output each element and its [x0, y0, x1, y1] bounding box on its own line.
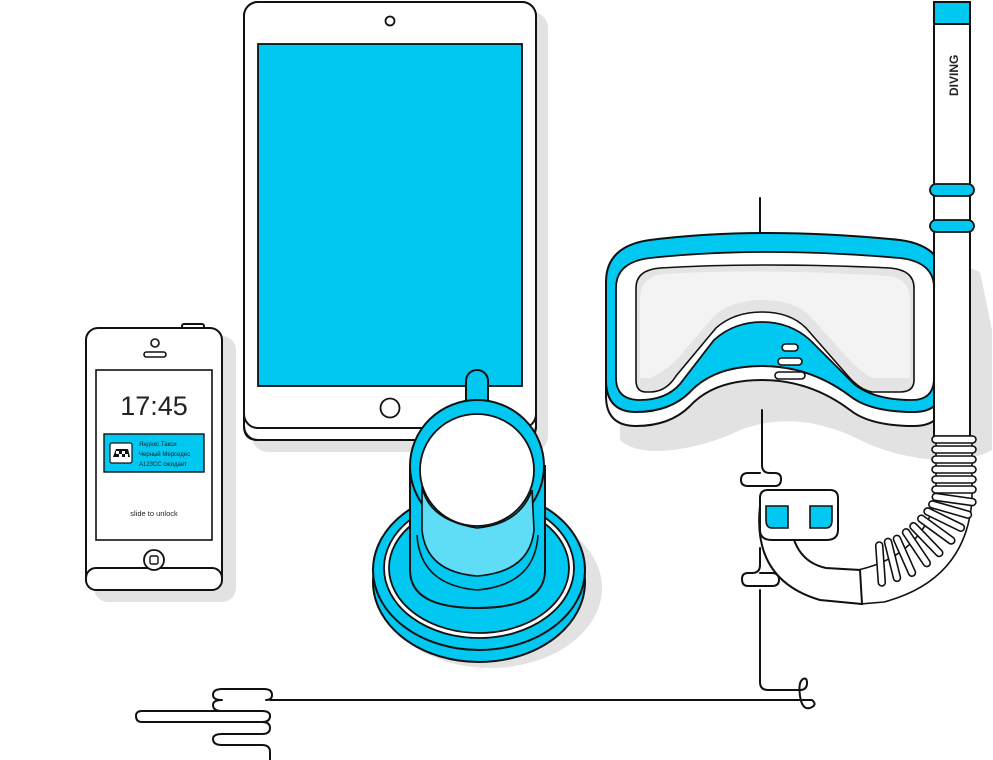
notification-line-2: А123СС ожидает — [139, 462, 187, 468]
flex-hose — [857, 435, 977, 605]
taxi-notification[interactable]: Яндекс.Такси Черный Мерседес А123СС ожид… — [103, 433, 205, 473]
lock-screen-time: 17:45 — [120, 391, 188, 421]
tablet — [243, 1, 537, 441]
tablet-screen — [257, 43, 523, 387]
tablet-camera-icon — [384, 15, 396, 27]
notification-app-name: Яндекс.Такси — [139, 442, 177, 448]
mouthpiece — [759, 489, 839, 541]
illustration: 17:45 Яндекс.Такси Черный Мерседес А123С… — [85, 1, 992, 760]
slide-to-unlock-label[interactable]: slide to unlock — [130, 509, 178, 518]
smartphone: 17:45 Яндекс.Такси Черный Мерседес А123С… — [85, 323, 223, 591]
notification-line-1: Черный Мерседес — [139, 451, 190, 458]
phone-home-button[interactable] — [143, 549, 165, 571]
tablet-home-button[interactable] — [379, 397, 401, 419]
taxi-checker-icon — [109, 442, 133, 464]
snorkel-label: DIVING — [947, 55, 961, 96]
